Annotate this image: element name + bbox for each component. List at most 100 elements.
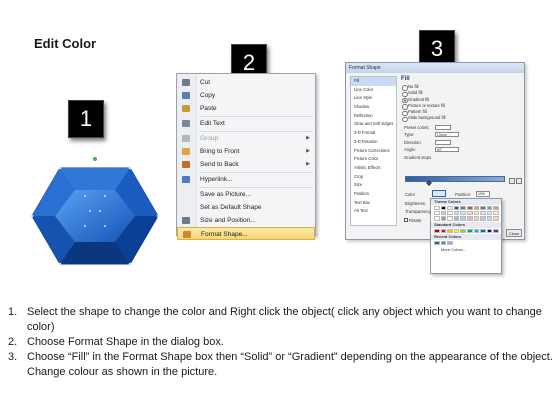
- group-icon: [182, 134, 190, 142]
- theme-color-swatch[interactable]: [434, 206, 440, 211]
- fill-heading: Fill: [401, 76, 410, 82]
- nav-item-line-style[interactable]: Line Style: [351, 94, 396, 103]
- context-menu: Cut Copy Paste Edit Text Group ▶ Bring to Fron…: [176, 73, 316, 241]
- nav-item-alt-text[interactable]: Alt Text: [351, 207, 396, 216]
- menu-item-paste[interactable]: Paste: [177, 102, 315, 115]
- menu-item-send-to-back[interactable]: Send to Back ▶: [177, 158, 315, 171]
- theme-color-swatch[interactable]: [440, 211, 447, 216]
- nav-item-text-box[interactable]: Text Box: [351, 199, 396, 208]
- theme-color-swatch[interactable]: [473, 211, 480, 216]
- theme-color-swatch[interactable]: [453, 216, 460, 221]
- nav-item-glow-and-soft-edges[interactable]: Glow and Soft Edges: [351, 120, 396, 129]
- recent-color-swatch[interactable]: [447, 240, 453, 245]
- menu-item-label: Paste: [200, 105, 217, 113]
- standard-color-swatch[interactable]: [486, 228, 493, 233]
- standard-color-swatch[interactable]: [460, 228, 466, 233]
- menu-item-set-as-default-shape[interactable]: Set as Default Shape: [177, 201, 315, 214]
- radio-slide-background-fill[interactable]: Slide background fill: [401, 115, 523, 123]
- more-colors-link[interactable]: More Colors...: [431, 247, 501, 252]
- theme-color-swatch[interactable]: [447, 206, 453, 211]
- theme-color-swatch[interactable]: [460, 211, 466, 216]
- theme-color-swatch[interactable]: [466, 211, 473, 216]
- theme-color-swatch[interactable]: [447, 216, 453, 221]
- nav-item-line-color[interactable]: Line Color: [351, 86, 396, 95]
- standard-color-swatch[interactable]: [480, 228, 486, 233]
- position-input[interactable]: 10%: [476, 191, 490, 197]
- nav-item-3-d-rotation[interactable]: 3-D Rotation: [351, 138, 396, 147]
- menu-item-group[interactable]: Group ▶: [177, 132, 315, 145]
- theme-color-swatch[interactable]: [480, 206, 486, 211]
- field-row-type: Type: Linear: [401, 131, 523, 139]
- nav-item-shadow[interactable]: Shadow: [351, 103, 396, 112]
- recent-color-swatch[interactable]: [434, 240, 440, 245]
- nav-item-crop[interactable]: Crop: [351, 173, 396, 182]
- field-label: Type:: [404, 132, 415, 138]
- theme-color-swatch[interactable]: [493, 206, 499, 211]
- standard-color-swatch[interactable]: [473, 228, 480, 233]
- theme-color-swatch[interactable]: [486, 216, 493, 221]
- theme-color-swatch[interactable]: [434, 216, 440, 221]
- theme-color-swatch[interactable]: [493, 211, 499, 216]
- theme-color-swatch[interactable]: [440, 206, 447, 211]
- remove-stop-button[interactable]: [516, 178, 522, 184]
- theme-color-swatch[interactable]: [486, 206, 493, 211]
- theme-color-swatch[interactable]: [473, 216, 480, 221]
- theme-color-swatch[interactable]: [493, 216, 499, 221]
- field-input[interactable]: Linear: [435, 132, 459, 138]
- theme-color-swatch[interactable]: [434, 211, 440, 216]
- gradient-stops-bar[interactable]: [405, 176, 505, 182]
- rotate-label: Rotate: [409, 218, 422, 223]
- nav-item-reflection[interactable]: Reflection: [351, 112, 396, 121]
- add-stop-button[interactable]: [509, 178, 515, 184]
- hexagon-shape[interactable]: [30, 156, 160, 276]
- position-label: Position:: [455, 192, 472, 197]
- theme-color-swatch[interactable]: [466, 206, 473, 211]
- theme-color-swatch[interactable]: [440, 216, 447, 221]
- close-button[interactable]: Close: [506, 229, 522, 237]
- menu-item-hyperlink[interactable]: Hyperlink...: [177, 173, 315, 186]
- menu-item-edit-text[interactable]: Edit Text: [177, 117, 315, 130]
- menu-item-save-as-picture[interactable]: Save as Picture...: [177, 188, 315, 201]
- standard-color-swatch[interactable]: [453, 228, 460, 233]
- submenu-arrow-icon: ▶: [306, 161, 310, 168]
- theme-color-swatch[interactable]: [460, 206, 466, 211]
- menu-item-copy[interactable]: Copy: [177, 89, 315, 102]
- standard-color-swatch[interactable]: [447, 228, 453, 233]
- theme-color-swatch[interactable]: [466, 216, 473, 221]
- nav-item-3-d-format[interactable]: 3-D Format: [351, 129, 396, 138]
- instructions-list: 1. Select the shape to change the color a…: [8, 305, 553, 380]
- theme-color-swatch[interactable]: [473, 206, 480, 211]
- nav-item-size[interactable]: Size: [351, 181, 396, 190]
- recent-color-swatch[interactable]: [440, 240, 447, 245]
- theme-color-swatch[interactable]: [447, 211, 453, 216]
- theme-color-swatch[interactable]: [480, 216, 486, 221]
- menu-item-bring-to-front[interactable]: Bring to Front ▶: [177, 145, 315, 158]
- standard-color-swatch[interactable]: [434, 228, 440, 233]
- size-position-icon: [182, 217, 190, 224]
- instruction-text: Choose “Fill” in the Format Shape box th…: [27, 351, 553, 378]
- theme-color-swatch[interactable]: [460, 216, 466, 221]
- nav-item-artistic-effects[interactable]: Artistic Effects: [351, 164, 396, 173]
- theme-color-swatch[interactable]: [480, 211, 486, 216]
- field-input[interactable]: 90°: [435, 147, 459, 153]
- rotate-checkbox[interactable]: [404, 218, 408, 222]
- menu-item-label: Send to Back: [200, 161, 239, 169]
- field-input[interactable]: [435, 124, 451, 130]
- menu-item-format-shape[interactable]: Format Shape...: [177, 227, 315, 241]
- menu-item-size-and-position[interactable]: Size and Position...: [177, 214, 315, 227]
- standard-color-swatch[interactable]: [466, 228, 473, 233]
- menu-item-cut[interactable]: Cut: [177, 76, 315, 89]
- standard-color-swatch[interactable]: [493, 228, 499, 233]
- instruction-number: 2.: [8, 336, 18, 348]
- theme-color-swatch[interactable]: [486, 211, 493, 216]
- nav-item-picture-color[interactable]: Picture Color: [351, 155, 396, 164]
- nav-item-fill[interactable]: Fill: [351, 77, 396, 86]
- color-picker-button[interactable]: [432, 190, 446, 197]
- theme-color-swatch[interactable]: [453, 211, 460, 216]
- field-input[interactable]: [435, 139, 451, 145]
- nav-item-picture-corrections[interactable]: Picture Corrections: [351, 147, 396, 156]
- standard-color-swatch[interactable]: [440, 228, 447, 233]
- nav-item-position[interactable]: Position: [351, 190, 396, 199]
- hyperlink-icon: [182, 175, 190, 183]
- theme-color-swatch[interactable]: [453, 206, 460, 211]
